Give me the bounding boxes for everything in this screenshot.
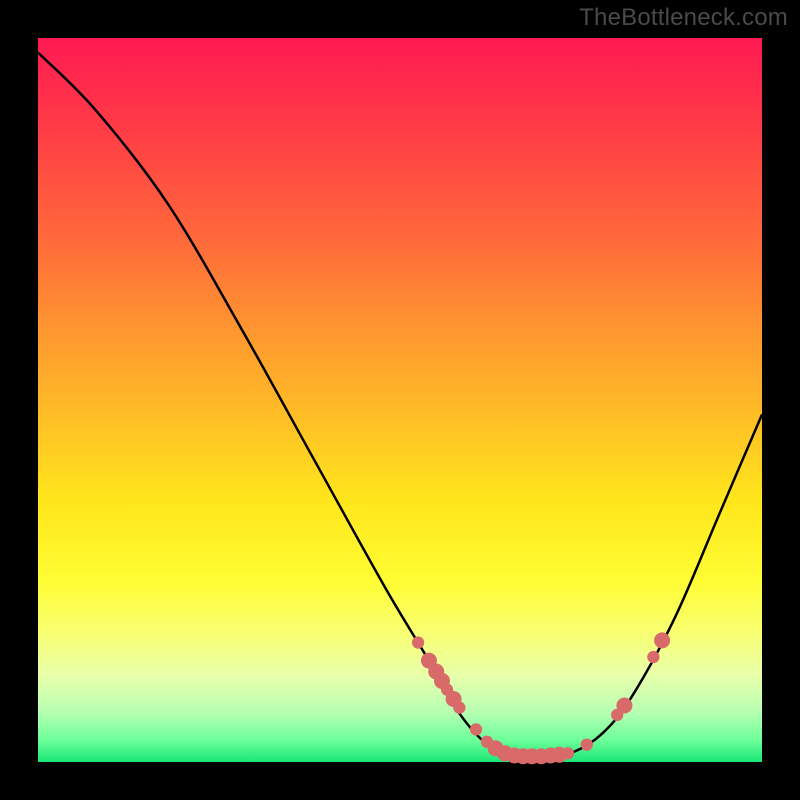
curve-marker <box>562 747 574 759</box>
curve-marker <box>616 698 632 714</box>
attribution-text: TheBottleneck.com <box>579 4 788 32</box>
curve-marker <box>412 636 424 648</box>
curve-marker <box>470 723 482 735</box>
chart-outer: TheBottleneck.com <box>0 0 800 800</box>
plot-area <box>38 38 762 762</box>
curve-marker <box>654 632 670 648</box>
curve-marker <box>647 651 659 663</box>
curve-marker <box>453 702 465 714</box>
plot-svg <box>38 38 762 762</box>
curve-marker <box>581 738 593 750</box>
